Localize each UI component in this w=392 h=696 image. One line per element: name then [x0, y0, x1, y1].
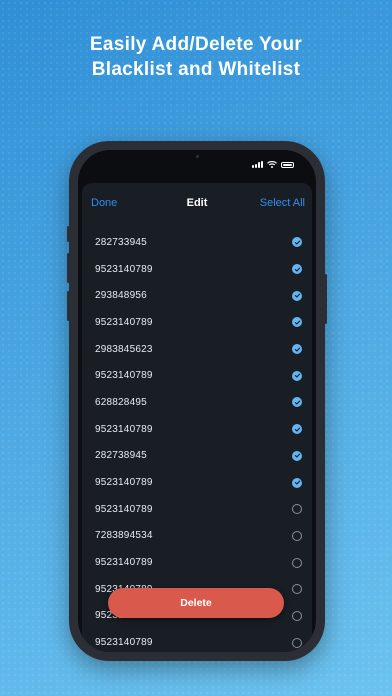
- checkmark-circle-icon[interactable]: [292, 290, 302, 301]
- battery-icon: [281, 161, 294, 168]
- phone-number: 9523140789: [95, 316, 153, 328]
- list-item[interactable]: 293848956: [82, 282, 312, 309]
- phone-number: 9523140789: [95, 263, 153, 275]
- headline-line-1: Easily Add/Delete Your: [89, 34, 303, 55]
- list-item[interactable]: 7283894534: [82, 523, 312, 550]
- checkmark-circle-icon[interactable]: [292, 424, 302, 435]
- phone-number: 9523140789: [95, 637, 153, 649]
- list-item[interactable]: 9523140789: [82, 309, 312, 336]
- delete-button[interactable]: Delete: [108, 588, 284, 618]
- phone-volume-up: [67, 253, 70, 283]
- list-item[interactable]: 9523140789: [82, 549, 312, 576]
- empty-circle-icon[interactable]: [292, 584, 302, 595]
- checkmark-circle-icon[interactable]: [292, 370, 302, 381]
- phone-power-button: [324, 274, 327, 324]
- phone-number: 9523140789: [95, 477, 153, 489]
- list-item[interactable]: 9523140789: [82, 362, 312, 389]
- phone-number: 9523140789: [95, 557, 153, 569]
- phone-number: 9523140789: [95, 503, 153, 515]
- edit-sheet: Done Edit Select All 282733945 9523140789…: [82, 183, 312, 652]
- empty-circle-icon[interactable]: [292, 637, 302, 648]
- status-icons: [252, 161, 294, 168]
- checkmark-circle-icon[interactable]: [292, 477, 302, 488]
- list-item[interactable]: 9523140789: [82, 256, 312, 283]
- phone-number: 293848956: [95, 290, 147, 302]
- list-item[interactable]: 9523140789: [82, 416, 312, 443]
- phone-mockup: Done Edit Select All 282733945 9523140789…: [67, 141, 327, 661]
- phone-mute-switch: [67, 226, 70, 242]
- phone-number: 9523140789: [95, 370, 153, 382]
- checkmark-circle-icon[interactable]: [292, 450, 302, 461]
- select-all-button[interactable]: Select All: [260, 197, 305, 209]
- checkmark-circle-icon[interactable]: [292, 317, 302, 328]
- phone-number: 9523140789: [95, 423, 153, 435]
- camera-dot: [196, 155, 199, 158]
- phone-number: 7283894534: [95, 530, 153, 542]
- list-item[interactable]: 628828495: [82, 389, 312, 416]
- list-item[interactable]: 282733945: [82, 229, 312, 256]
- checkmark-circle-icon[interactable]: [292, 237, 302, 248]
- status-bar: [78, 150, 316, 176]
- list-item[interactable]: 9523140789: [82, 629, 312, 652]
- phone-volume-down: [67, 291, 70, 321]
- phone-number: 282738945: [95, 450, 147, 462]
- headline: Easily Add/Delete Your Blacklist and Whi…: [0, 32, 392, 82]
- signal-icon: [252, 161, 263, 168]
- list-item[interactable]: 2983845623: [82, 336, 312, 363]
- phone-number: 2983845623: [95, 343, 153, 355]
- checkmark-circle-icon[interactable]: [292, 264, 302, 275]
- wifi-icon: [267, 161, 277, 168]
- checkmark-circle-icon[interactable]: [292, 344, 302, 355]
- empty-circle-icon[interactable]: [292, 530, 302, 541]
- list-item[interactable]: 9523140789: [82, 469, 312, 496]
- phone-number: 282733945: [95, 236, 147, 248]
- empty-circle-icon[interactable]: [292, 504, 302, 515]
- checkmark-circle-icon[interactable]: [292, 397, 302, 408]
- list-item[interactable]: 9523140789: [82, 496, 312, 523]
- list-item[interactable]: 282738945: [82, 443, 312, 470]
- headline-line-2: Blacklist and Whitelist: [91, 59, 301, 80]
- phone-number: 628828495: [95, 396, 147, 408]
- sheet-header: Done Edit Select All: [82, 183, 312, 223]
- phone-screen: Done Edit Select All 282733945 9523140789…: [78, 150, 316, 652]
- empty-circle-icon[interactable]: [292, 610, 302, 621]
- empty-circle-icon[interactable]: [292, 557, 302, 568]
